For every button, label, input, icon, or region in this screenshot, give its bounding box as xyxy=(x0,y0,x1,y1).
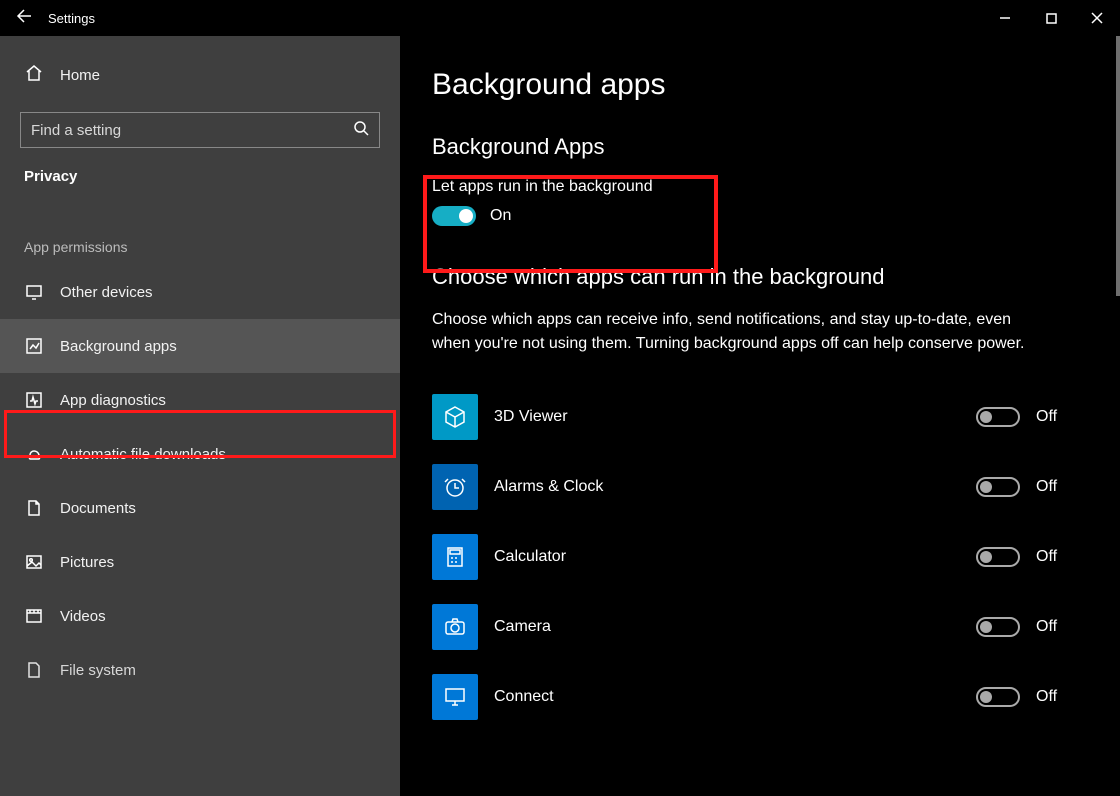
filesystem-icon xyxy=(24,660,44,680)
master-toggle-status: On xyxy=(490,207,511,225)
section-title-background-apps: Background Apps xyxy=(432,134,1070,160)
sidebar-item-file-system[interactable]: File system xyxy=(0,643,400,697)
home-icon xyxy=(24,64,44,86)
app-toggle[interactable] xyxy=(976,547,1020,567)
back-arrow-icon xyxy=(16,8,32,24)
search-input[interactable] xyxy=(31,122,353,139)
app-row: 3D Viewer Off xyxy=(432,382,1070,452)
app-name: Alarms & Clock xyxy=(494,478,960,496)
sidebar-item-automatic-file-downloads[interactable]: Automatic file downloads xyxy=(0,427,400,481)
app-icon-alarms-clock xyxy=(432,464,478,510)
sidebar-item-label: Documents xyxy=(60,500,136,517)
sidebar-item-label: Other devices xyxy=(60,284,153,301)
minimize-icon xyxy=(999,12,1011,24)
background-apps-icon xyxy=(24,336,44,356)
pictures-icon xyxy=(24,552,44,572)
app-row: Camera Off xyxy=(432,592,1070,662)
sidebar-item-label: File system xyxy=(60,662,136,679)
sidebar-item-background-apps[interactable]: Background apps xyxy=(0,319,400,373)
sidebar-item-label: App diagnostics xyxy=(60,392,166,409)
maximize-icon xyxy=(1046,13,1057,24)
app-toggle-status: Off xyxy=(1036,618,1070,636)
app-icon-connect xyxy=(432,674,478,720)
sidebar-group-label: App permissions xyxy=(0,203,400,265)
app-diagnostics-icon xyxy=(24,390,44,410)
app-icon-3d-viewer xyxy=(432,394,478,440)
section-title-choose-apps: Choose which apps can run in the backgro… xyxy=(432,264,1070,290)
sidebar-section: Privacy xyxy=(0,162,400,203)
sidebar-item-label: Automatic file downloads xyxy=(60,446,226,463)
app-row: Alarms & Clock Off xyxy=(432,452,1070,522)
close-icon xyxy=(1091,12,1103,24)
sidebar-item-pictures[interactable]: Pictures xyxy=(0,535,400,589)
master-toggle[interactable] xyxy=(432,206,476,226)
back-button[interactable] xyxy=(0,8,48,29)
app-name: Connect xyxy=(494,688,960,706)
app-toggle-status: Off xyxy=(1036,478,1070,496)
main-content: Background apps Background Apps Let apps… xyxy=(400,36,1120,796)
window-title: Settings xyxy=(48,11,95,26)
sidebar-item-videos[interactable]: Videos xyxy=(0,589,400,643)
sidebar-item-label: Background apps xyxy=(60,338,177,355)
sidebar-item-label: Videos xyxy=(60,608,106,625)
sidebar-item-other-devices[interactable]: Other devices xyxy=(0,265,400,319)
minimize-button[interactable] xyxy=(982,0,1028,36)
videos-icon xyxy=(24,606,44,626)
sidebar-item-documents[interactable]: Documents xyxy=(0,481,400,535)
automatic-file-downloads-icon xyxy=(24,444,44,464)
app-row: Connect Off xyxy=(432,662,1070,732)
page-title: Background apps xyxy=(432,68,1070,102)
app-icon-calculator xyxy=(432,534,478,580)
app-row: Calculator Off xyxy=(432,522,1070,592)
app-toggle[interactable] xyxy=(976,617,1020,637)
app-toggle[interactable] xyxy=(976,687,1020,707)
app-icon-camera xyxy=(432,604,478,650)
section-description: Choose which apps can receive info, send… xyxy=(432,308,1052,356)
app-name: Camera xyxy=(494,618,960,636)
sidebar: Home Privacy App permissions Other devic… xyxy=(0,36,400,796)
app-toggle-status: Off xyxy=(1036,688,1070,706)
search-icon xyxy=(353,120,369,141)
home-label: Home xyxy=(60,67,100,84)
sidebar-item-label: Pictures xyxy=(60,554,114,571)
maximize-button[interactable] xyxy=(1028,0,1074,36)
app-toggle-status: Off xyxy=(1036,408,1070,426)
close-button[interactable] xyxy=(1074,0,1120,36)
scrollbar[interactable] xyxy=(1116,36,1120,296)
titlebar: Settings xyxy=(0,0,1120,36)
app-name: Calculator xyxy=(494,548,960,566)
app-name: 3D Viewer xyxy=(494,408,960,426)
search-box[interactable] xyxy=(20,112,380,148)
app-toggle[interactable] xyxy=(976,407,1020,427)
sidebar-item-app-diagnostics[interactable]: App diagnostics xyxy=(0,373,400,427)
app-toggle[interactable] xyxy=(976,477,1020,497)
master-toggle-label: Let apps run in the background xyxy=(432,178,1070,196)
other-devices-icon xyxy=(24,282,44,302)
documents-icon xyxy=(24,498,44,518)
home-nav[interactable]: Home xyxy=(0,54,400,96)
app-toggle-status: Off xyxy=(1036,548,1070,566)
